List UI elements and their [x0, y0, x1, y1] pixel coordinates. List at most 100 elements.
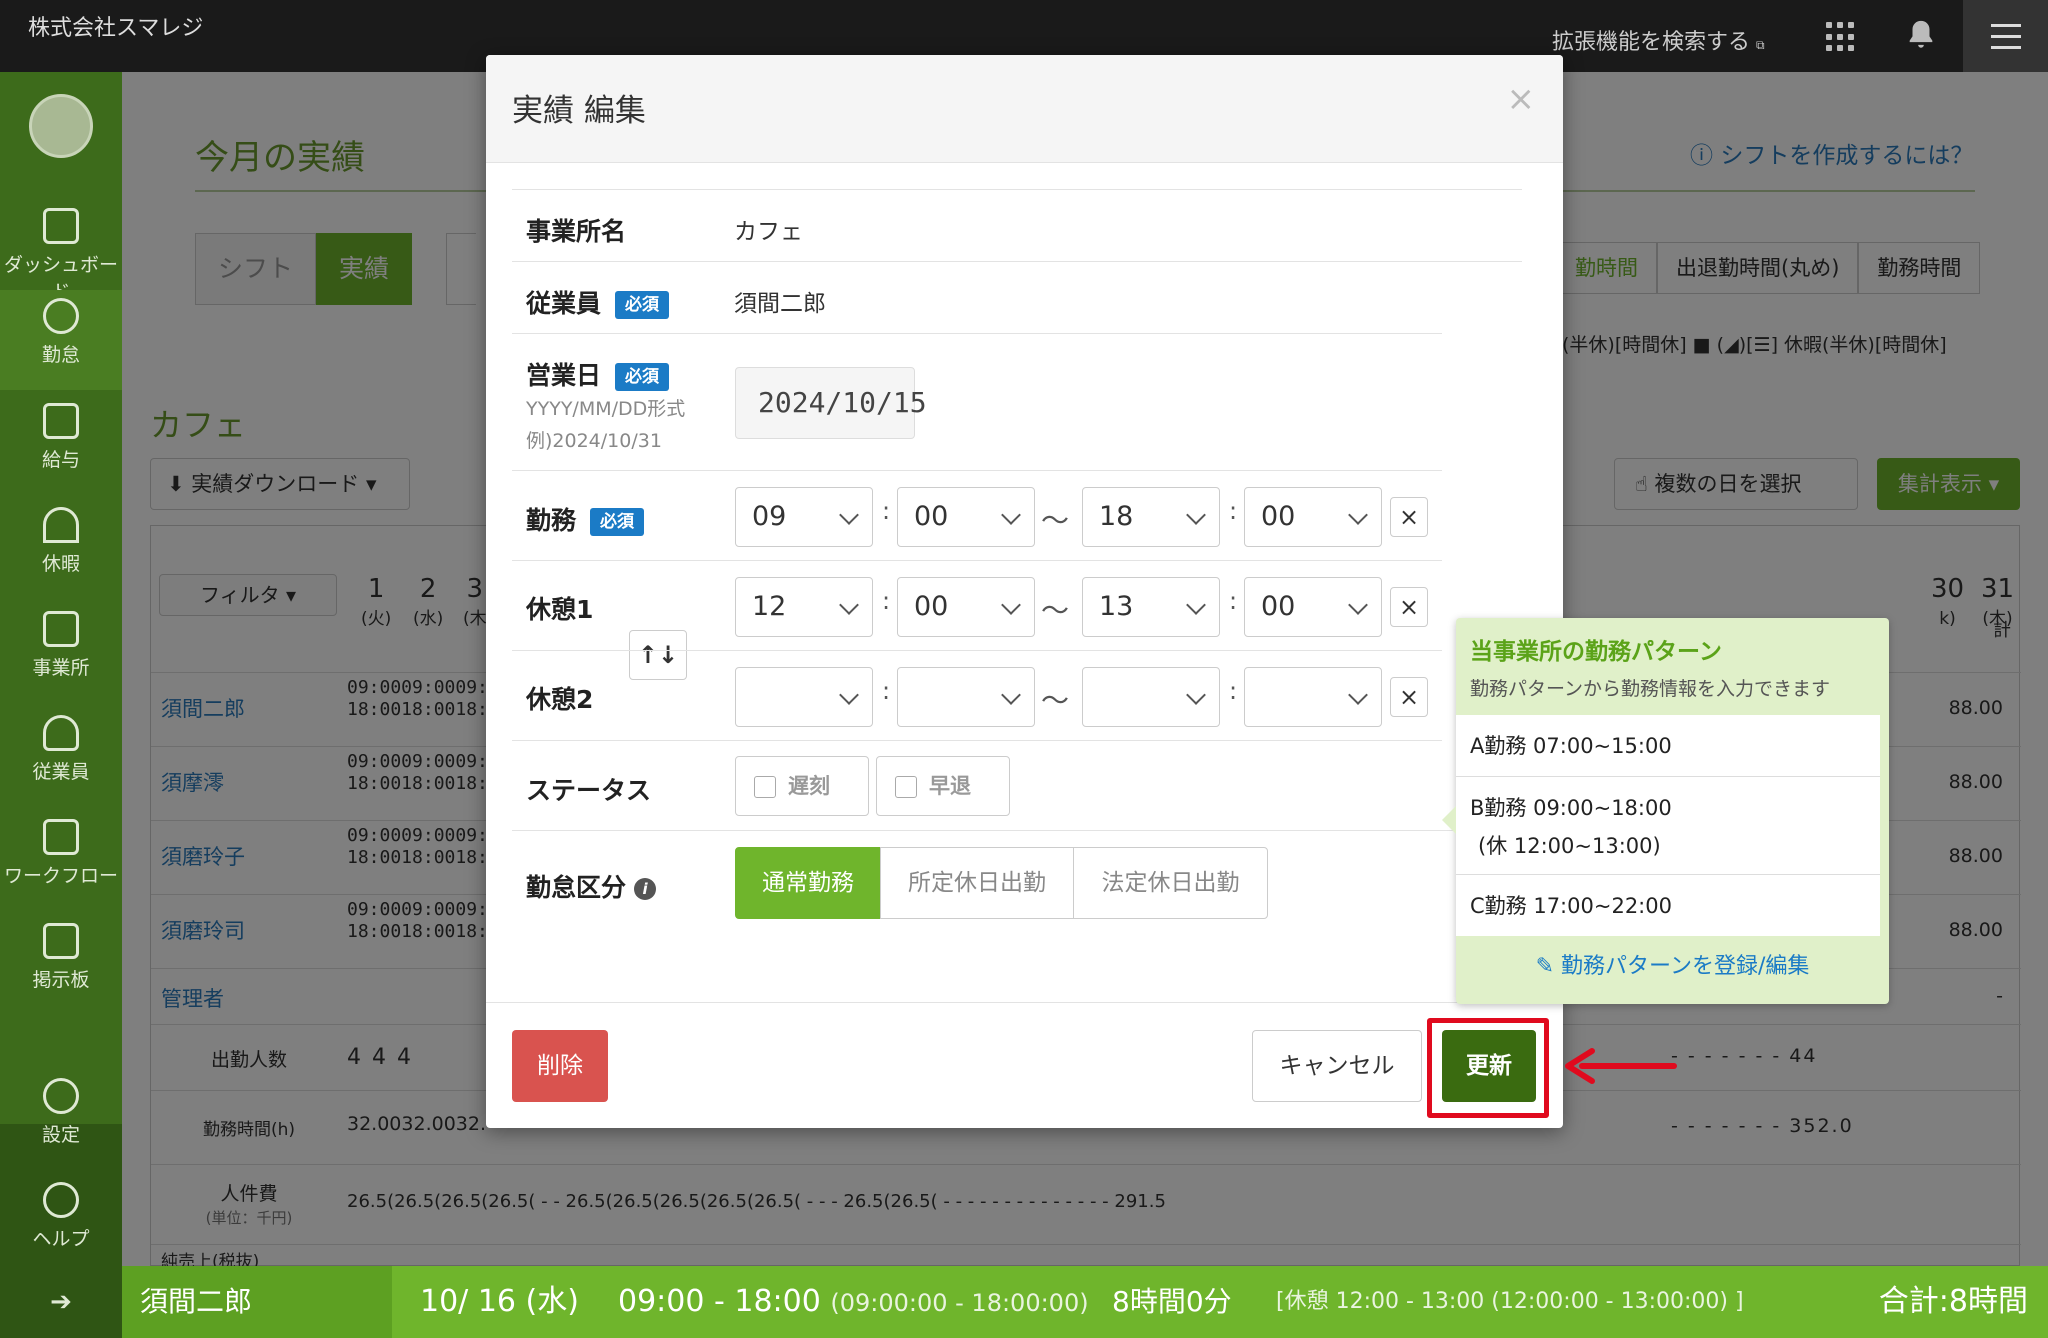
tilde: 〜	[1041, 504, 1070, 537]
bell-icon[interactable]	[1904, 18, 1938, 52]
date-hint-format: YYYY/MM/DD形式	[526, 398, 686, 420]
required-badge: 必須	[615, 363, 670, 391]
pointer-arrow-icon	[1565, 1048, 1677, 1084]
work-start-hour-select[interactable]: 09	[735, 487, 873, 547]
category-scheduled-holiday-button[interactable]: 所定休日出勤	[880, 847, 1074, 919]
sidebar-item-label: ヘルプ	[32, 1228, 90, 1250]
sidebar-item-help[interactable]: ヘルプ	[0, 1174, 122, 1274]
work-label: 勤務 必須	[526, 501, 645, 537]
avatar[interactable]	[29, 94, 93, 158]
required-badge: 必須	[590, 508, 645, 536]
external-link-icon: ⧉	[1756, 38, 1765, 52]
work-end-minute-select[interactable]: 00	[1244, 487, 1382, 547]
clear-break1-button[interactable]: ×	[1390, 587, 1428, 627]
sidebar-item-label: 設定	[41, 1124, 80, 1146]
break2-start-hour-select[interactable]	[735, 667, 873, 727]
break2-end-hour-select[interactable]	[1082, 667, 1220, 727]
sidebar-item-office[interactable]: 事業所	[0, 603, 122, 703]
late-checkbox[interactable]: 遅刻	[735, 756, 869, 816]
employee-label: 従業員 必須	[526, 284, 670, 320]
sidebar-item-label: 事業所	[32, 657, 90, 679]
break2-label: 休憩2	[526, 685, 594, 714]
clear-work-button[interactable]: ×	[1390, 497, 1428, 537]
popover-title: 当事業所の勤務パターン	[1470, 639, 1722, 665]
sidebar-item-leave[interactable]: 休暇	[0, 499, 122, 599]
edit-patterns-link[interactable]: ✎ 勤務パターンを登録/編集	[1456, 948, 1889, 980]
colon: :	[882, 677, 891, 705]
colon: :	[882, 497, 891, 525]
divider	[512, 830, 1522, 831]
work-start-minute-select[interactable]: 00	[897, 487, 1035, 547]
cancel-button[interactable]: キャンセル	[1252, 1030, 1422, 1102]
break1-start-minute-select[interactable]: 00	[897, 577, 1035, 637]
modal-title: 実績 編集	[512, 93, 646, 129]
sidebar-item-payroll[interactable]: 給与	[0, 395, 122, 495]
sidebar-item-attendance[interactable]: 勤怠	[0, 290, 122, 390]
delete-button[interactable]: 削除	[512, 1030, 608, 1102]
collapse-arrow-icon[interactable]: ➔	[0, 1266, 122, 1338]
divider	[512, 470, 1442, 471]
footer-date: 10/ 16 (水)	[420, 1284, 579, 1319]
extension-search-link[interactable]: 拡張機能を検索する ⧉	[1552, 24, 1765, 56]
modal-header: 実績 編集 ×	[486, 55, 1563, 163]
info-icon[interactable]: i	[634, 878, 657, 900]
person-icon	[43, 715, 79, 751]
gear-icon	[43, 1078, 79, 1114]
hamburger-menu-icon[interactable]	[1963, 0, 2048, 72]
early-leave-checkbox[interactable]: 早退	[876, 756, 1010, 816]
chat-icon	[43, 923, 79, 959]
break1-start-hour-select[interactable]: 12	[735, 577, 873, 637]
attendance-category-label: 勤怠区分 i	[526, 868, 657, 904]
pattern-item-c[interactable]: C勤務 17:00~22:00	[1456, 875, 1880, 936]
footer-bar: 須間二郎 10/ 16 (水) 09:00 - 18:00 (09:00:00 …	[122, 1266, 2048, 1338]
sidebar-item-settings[interactable]: 設定	[0, 1070, 122, 1170]
break1-end-hour-select[interactable]: 13	[1082, 577, 1220, 637]
break2-start-minute-select[interactable]	[897, 667, 1035, 727]
category-normal-button[interactable]: 通常勤務	[735, 847, 881, 919]
sidebar-item-workflow[interactable]: ワークフロー	[0, 811, 122, 911]
edit-patterns-label: 勤務パターンを登録/編集	[1561, 954, 1810, 979]
sidebar-item-board[interactable]: 掲示板	[0, 915, 122, 1015]
close-icon[interactable]: ×	[1507, 79, 1536, 119]
highlight-box	[1427, 1018, 1549, 1118]
sidebar-item-label: 掲示板	[32, 969, 90, 991]
clear-break2-button[interactable]: ×	[1390, 677, 1428, 717]
sidebar-item-label: 勤怠	[41, 344, 80, 366]
popover-subtitle: 勤務パターンから勤務情報を入力できます	[1470, 678, 1831, 700]
calculator-icon	[43, 403, 79, 439]
colon: :	[882, 587, 891, 615]
sidebar-item-dashboard[interactable]: ダッシュボード	[0, 200, 122, 303]
sidebar-item-label: 給与	[41, 449, 80, 471]
apps-grid-icon[interactable]	[1826, 22, 1856, 52]
swap-breaks-icon[interactable]: ↑↓	[629, 630, 687, 680]
pattern-item-a[interactable]: A勤務 07:00~15:00	[1456, 715, 1880, 777]
employee-value: 須間二郎	[734, 291, 826, 317]
required-badge: 必須	[615, 291, 670, 319]
sidebar-item-label: 従業員	[32, 761, 90, 783]
office-label: 事業所名	[526, 217, 627, 246]
colon: :	[1229, 497, 1238, 525]
modal-footer-divider	[486, 1002, 1563, 1003]
footer-time: 09:00 - 18:00 (09:00:00 - 18:00:00)	[618, 1284, 1089, 1319]
tilde: 〜	[1041, 684, 1070, 717]
dashboard-icon	[43, 208, 79, 244]
business-date-input[interactable]: 2024/10/15	[735, 367, 927, 439]
break1-end-minute-select[interactable]: 00	[1244, 577, 1382, 637]
sidebar-item-employees[interactable]: 従業員	[0, 707, 122, 807]
divider	[512, 740, 1442, 741]
sidebar-item-label: ワークフロー	[3, 865, 118, 887]
footer-break: [休憩 12:00 - 13:00 (12:00:00 - 13:00:00) …	[1276, 1289, 1744, 1314]
date-hint-example: 例)2024/10/31	[526, 430, 662, 452]
home-icon	[43, 611, 79, 647]
divider	[512, 261, 1522, 262]
category-legal-holiday-button[interactable]: 法定休日出勤	[1073, 847, 1268, 919]
pattern-item-b[interactable]: B勤務 09:00~18:00 (休 12:00~13:00)	[1456, 777, 1880, 875]
divider	[512, 650, 1442, 651]
pattern-list: A勤務 07:00~15:00 B勤務 09:00~18:00 (休 12:00~…	[1456, 715, 1880, 936]
break2-end-minute-select[interactable]	[1244, 667, 1382, 727]
divider	[512, 560, 1442, 561]
tilde: 〜	[1041, 594, 1070, 627]
work-end-hour-select[interactable]: 18	[1082, 487, 1220, 547]
colon: :	[1229, 677, 1238, 705]
divider	[512, 189, 1522, 190]
